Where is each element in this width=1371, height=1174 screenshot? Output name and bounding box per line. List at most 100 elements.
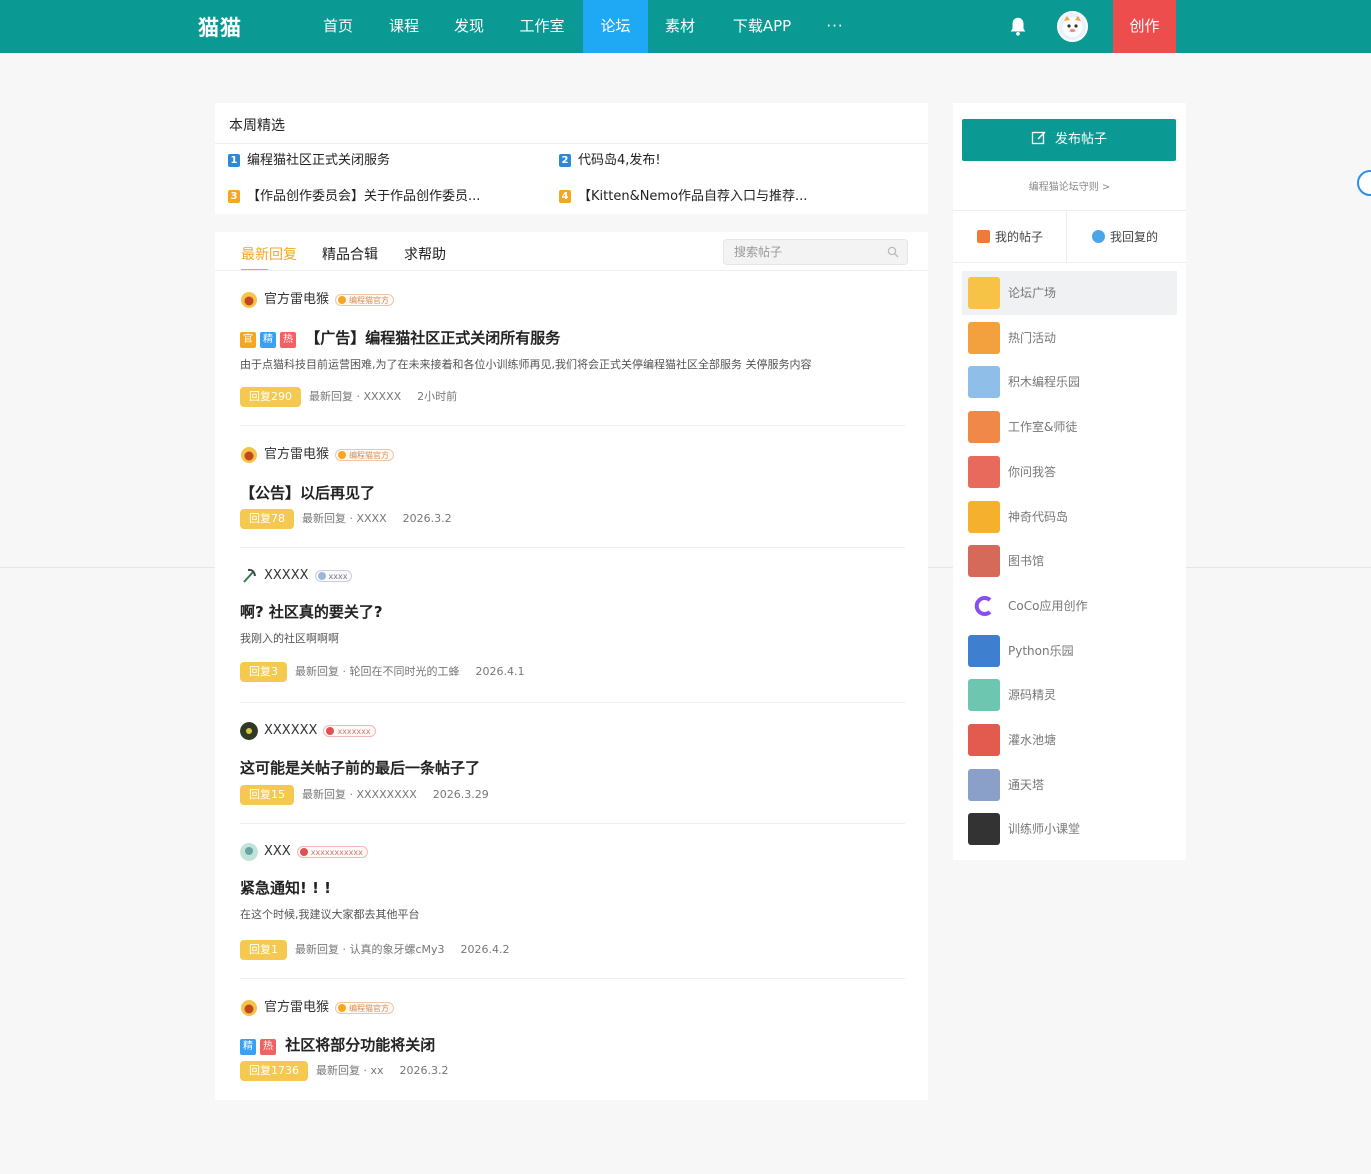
tab-help[interactable]: 求帮助 [404,244,446,264]
tab-latest-reply[interactable]: 最新回复 [241,244,297,264]
sidebar-board-item[interactable]: 灌水池塘 [962,718,1177,762]
post-time: 2小时前 [417,390,458,403]
tag-official: 官 [240,332,256,348]
post-card[interactable]: 官方雷电猴 编程猫官方 精热 社区将部分功能将关闭 回复1736 最新回复 · xx… [240,998,905,1088]
search-icon[interactable] [887,246,899,258]
sidebar-board-label: Python乐园 [1008,643,1074,658]
sidebar-board-item[interactable]: 工作室&师徒 [962,405,1177,449]
nav-courses[interactable]: 课程 [379,0,429,53]
author-name[interactable]: 官方雷电猴 [264,1000,329,1015]
tag-featured: 精 [240,1039,256,1055]
nav-home[interactable]: 首页 [313,0,363,53]
my-posts-link[interactable]: 我的帖子 [977,228,1043,245]
post-title[interactable]: 这可能是关帖子前的最后一条帖子了 [240,757,480,778]
nav-more[interactable]: ··· [817,0,853,53]
reply-count: 回复290 [240,387,301,407]
publish-label: 发布帖子 [1054,132,1107,147]
divider [953,262,1186,263]
post-card[interactable]: XXXXXX xxxxxxx 这可能是关帖子前的最后一条帖子了 回复15 最新回复 … [240,721,905,811]
post-excerpt: 我刚入的社区啊啊啊 [240,632,339,645]
python-icon [968,634,1000,667]
sidebar-board-label: 积木编程乐园 [1008,375,1081,390]
nav-studio[interactable]: 工作室 [510,0,574,53]
nav-forum[interactable]: 论坛 [583,0,648,53]
divider [1066,211,1067,262]
author-avatar[interactable] [240,446,258,464]
sidebar-board-item[interactable]: 通天塔 [962,763,1177,807]
author-avatar[interactable] [240,843,258,861]
tag-hot: 热 [280,332,296,348]
author-name[interactable]: XXXXX [264,568,309,583]
weekly-item[interactable]: 3 【作品创作委员会】关于作品创作委员... [228,188,480,206]
bell-icon[interactable] [1007,15,1029,37]
tab-featured[interactable]: 精品合辑 [322,244,378,264]
post-meta: 回复78 最新回复 · XXXX 2026.3.2 [240,509,452,529]
sidebar-board-item[interactable]: CoCo应用创作 [962,584,1177,628]
post-title[interactable]: 官精热 【广告】编程猫社区正式关闭所有服务 [240,327,560,348]
post-title[interactable]: 【公告】以后再见了 [240,482,375,503]
divider [215,143,928,144]
badge-dot [326,727,335,735]
divider [215,270,928,271]
publish-post-button[interactable]: 发布帖子 [962,119,1176,161]
post-card[interactable]: XXXXX xxxx 啊? 社区真的要关了? 我刚入的社区啊啊啊 回复3 最新回复 … [240,566,905,686]
nav-discover[interactable]: 发现 [444,0,494,53]
author-name[interactable]: XXXXXX [264,723,317,738]
sidebar-board-label: 你问我答 [1008,464,1057,479]
sidebar-board-item[interactable]: 积木编程乐园 [962,360,1177,404]
badge-label: xxxx [328,572,348,581]
site-logo[interactable]: 猫猫 [198,12,242,40]
author-name[interactable]: XXX [264,844,291,859]
badge-label: xxxxxxx [337,727,371,736]
rank-badge: 4 [559,190,571,203]
user-badge: xxxxxxx [323,725,376,737]
post-title[interactable]: 紧急通知! ! ! [240,877,331,898]
post-title[interactable]: 精热 社区将部分功能将关闭 [240,1034,435,1055]
badge-dot [338,451,347,459]
sidebar-board-item[interactable]: 你问我答 [962,450,1177,494]
author-avatar[interactable] [240,722,258,740]
pickaxe-avatar-icon [243,568,256,583]
author-avatar[interactable] [240,291,258,309]
sidebar-board-item[interactable]: 图书馆 [962,539,1177,583]
sidebar-board-item[interactable]: 论坛广场 [962,271,1177,315]
divider [240,978,905,979]
nav-download-app[interactable]: 下载APP [722,0,802,53]
search-input[interactable]: 搜索帖子 [723,239,908,265]
author-name[interactable]: 官方雷电猴 [264,292,329,307]
post-time: 2026.4.1 [475,665,525,678]
weekly-item[interactable]: 4 【Kitten&Nemo作品自荐入口与推荐... [559,188,807,206]
post-card[interactable]: XXX xxxxxxxxxxx 紧急通知! ! ! 在这个时候,我建议大家都去其他… [240,842,905,962]
plaza-icon [968,277,1000,309]
author-avatar[interactable] [240,999,258,1017]
sidebar-board-item[interactable]: 热门活动 [962,316,1177,360]
post-title[interactable]: 啊? 社区真的要关了? [240,601,383,622]
sidebar-board-item[interactable]: 训练师小课堂 [962,807,1177,851]
my-replies-link[interactable]: 我回复的 [1092,228,1158,245]
author-avatar[interactable] [240,567,258,585]
author-name[interactable]: 官方雷电猴 [264,447,329,462]
official-badge: 编程猫官方 [335,449,395,461]
post-author: 官方雷电猴 编程猫官方 [240,290,395,310]
reply-count: 回复78 [240,509,294,529]
weekly-item[interactable]: 2 代码岛4,发布! [559,152,661,170]
create-button[interactable]: 创作 [1113,0,1176,53]
last-reply: 最新回复 · XXXXX [309,390,402,403]
user-avatar[interactable] [1057,11,1088,42]
last-reply: 最新回复 · xx [316,1064,384,1077]
nav-assets[interactable]: 素材 [655,0,705,53]
reply-count: 回复1736 [240,1061,308,1081]
sidebar-board-item[interactable]: Python乐园 [962,629,1177,673]
post-card[interactable]: 官方雷电猴 编程猫官方 【公告】以后再见了 回复78 最新回复 · XXXX 2026… [240,445,905,535]
weekly-item[interactable]: 1 编程猫社区正式关闭服务 [228,152,390,170]
post-excerpt: 在这个时候,我建议大家都去其他平台 [240,908,420,921]
post-meta: 回复15 最新回复 · XXXXXXXX 2026.3.29 [240,785,489,805]
sidebar-board-label: 源码精灵 [1008,688,1057,703]
floating-helper-icon[interactable] [1357,170,1371,196]
post-card[interactable]: 官方雷电猴 编程猫官方 官精热 【广告】编程猫社区正式关闭所有服务 由于点猫科技目… [240,290,905,410]
forum-rules-link[interactable]: 编程猫论坛守则 > [953,178,1186,193]
sidebar-board-item[interactable]: 神奇代码岛 [962,495,1177,539]
post-title-text: 【广告】编程猫社区正式关闭所有服务 [305,329,561,347]
sidebar-board-item[interactable]: 源码精灵 [962,673,1177,717]
character-avatar-icon [240,843,258,861]
